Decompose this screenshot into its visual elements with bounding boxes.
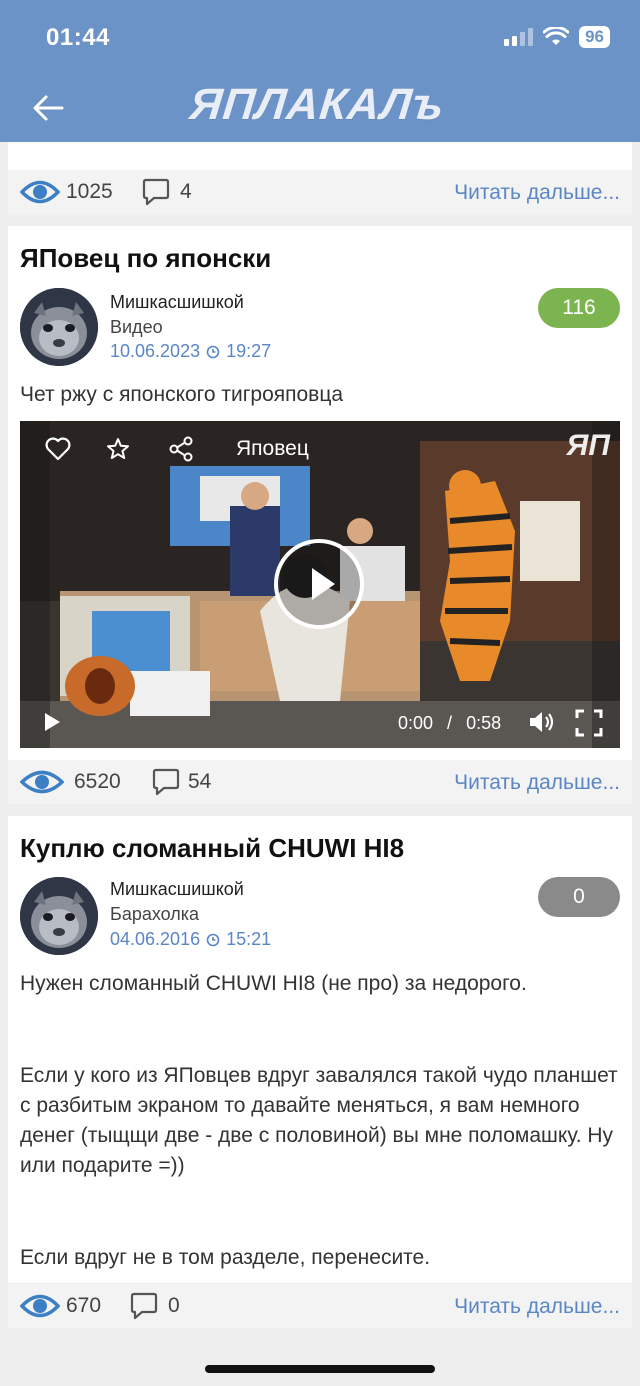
post-category[interactable]: Видео xyxy=(110,317,163,338)
post-card: ЯПовец по японски Мишкасшишкой Видео 10.… xyxy=(8,226,632,762)
rating-badge[interactable]: 116 xyxy=(538,288,620,328)
views-count: 670 xyxy=(66,1294,102,1317)
read-more-link[interactable]: Читать дальше... xyxy=(454,771,620,795)
author-avatar[interactable] xyxy=(20,877,98,955)
views-stat: 1025 xyxy=(20,177,113,207)
back-arrow-icon[interactable] xyxy=(28,88,68,128)
share-icon[interactable] xyxy=(168,436,194,462)
author-avatar[interactable] xyxy=(20,288,98,366)
eye-icon xyxy=(20,1294,60,1318)
battery-indicator: 96 xyxy=(579,26,610,48)
avatar-image xyxy=(20,288,98,366)
comment-icon xyxy=(152,768,180,796)
post-paragraph: Если у кого из ЯПовцев вдруг завалялся т… xyxy=(20,1064,618,1177)
post-time-value: 19:27 xyxy=(226,341,272,361)
video-watermark: ЯП xyxy=(566,429,610,462)
home-indicator[interactable] xyxy=(205,1365,435,1373)
read-more-link[interactable]: Читать дальше... xyxy=(454,1295,620,1319)
comments-count: 0 xyxy=(168,1294,180,1317)
comments-stat[interactable]: 4 xyxy=(142,177,192,207)
video-title: Яповец xyxy=(236,437,309,460)
comments-count: 4 xyxy=(180,180,192,203)
post-paragraph: Нужен сломанный CHUWI HI8 (не про) за не… xyxy=(20,972,527,995)
app-header: 01:44 96 ЯПЛАКАЛъ xyxy=(0,0,640,142)
author-name[interactable]: Мишкасшишкой xyxy=(110,292,244,313)
post-date-value: 04.06.2016 xyxy=(110,929,201,949)
play-button[interactable] xyxy=(274,539,364,629)
post-stats-bar: 1025 4 Читать дальше... xyxy=(8,170,632,214)
comments-stat[interactable]: 54 xyxy=(152,767,211,797)
post-stats-bar: 6520 54 Читать дальше... xyxy=(8,760,632,804)
time-separator: / xyxy=(447,713,453,733)
post-title[interactable]: ЯПовец по японски xyxy=(20,243,271,274)
post-date: 04.06.2016 15:21 xyxy=(110,929,271,950)
video-time: 0:00 / 0:58 xyxy=(398,713,501,734)
post-category[interactable]: Барахолка xyxy=(110,904,199,925)
comment-icon xyxy=(130,1292,158,1320)
duration: 0:58 xyxy=(466,713,502,733)
post-paragraph: Если вдруг не в том разделе, перенесите. xyxy=(20,1246,431,1269)
author-name[interactable]: Мишкасшишкой xyxy=(110,879,244,900)
post-date-value: 10.06.2023 xyxy=(110,341,201,361)
post-text: Чет ржу с японского тигрояповца xyxy=(20,383,344,406)
eye-icon xyxy=(20,770,64,794)
play-small-icon[interactable] xyxy=(42,711,62,733)
cellular-signal-icon xyxy=(504,28,534,46)
clock-icon xyxy=(206,933,220,946)
eye-icon xyxy=(20,180,60,204)
current-time: 0:00 xyxy=(398,713,434,733)
views-stat: 6520 xyxy=(20,767,121,797)
site-logo[interactable]: ЯПЛАКАЛъ xyxy=(187,80,447,130)
post-card: Куплю сломанный CHUWI HI8 Мишкасшишкой Б… xyxy=(8,816,632,1283)
views-count: 1025 xyxy=(66,180,113,203)
avatar-image xyxy=(20,877,98,955)
play-icon xyxy=(312,568,335,600)
comments-stat[interactable]: 0 xyxy=(130,1291,180,1321)
status-icons: 96 xyxy=(504,26,610,48)
post-date: 10.06.2023 19:27 xyxy=(110,341,271,362)
views-count: 6520 xyxy=(74,770,121,793)
views-stat: 670 xyxy=(20,1291,101,1321)
clock-icon xyxy=(206,345,220,358)
comment-icon xyxy=(142,178,170,206)
post-card-tail xyxy=(8,142,632,170)
fullscreen-icon[interactable] xyxy=(575,709,603,737)
read-more-link[interactable]: Читать дальше... xyxy=(454,181,620,205)
post-title[interactable]: Куплю сломанный CHUWI HI8 xyxy=(20,833,404,864)
star-icon[interactable] xyxy=(106,437,130,461)
heart-icon[interactable] xyxy=(45,437,71,461)
wifi-icon xyxy=(543,27,570,45)
video-player[interactable]: Яповец ЯП 0:00 / 0:58 xyxy=(20,421,620,748)
post-stats-bar: 670 0 Читать дальше... xyxy=(8,1284,632,1328)
volume-icon[interactable] xyxy=(528,709,556,735)
comments-count: 54 xyxy=(188,770,212,793)
rating-badge[interactable]: 0 xyxy=(538,877,620,917)
status-time: 01:44 xyxy=(46,24,110,51)
post-time-value: 15:21 xyxy=(226,929,272,949)
